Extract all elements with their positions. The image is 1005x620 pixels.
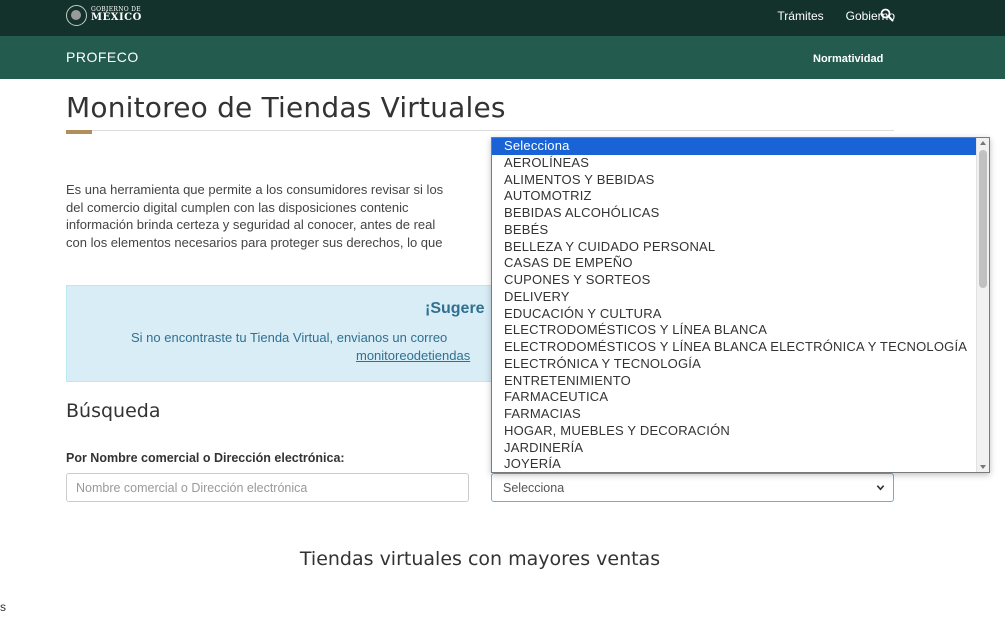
dropdown-option[interactable]: Selecciona bbox=[492, 138, 989, 155]
sub-header: PROFECO Normatividad bbox=[0, 36, 1005, 79]
dropdown-option[interactable]: ELECTRÓNICA Y TECNOLOGÍA bbox=[492, 356, 989, 373]
dropdown-option[interactable]: CASAS DE EMPEÑO bbox=[492, 255, 989, 272]
top-nav: Trámites Gobierno bbox=[777, 9, 895, 23]
dropdown-option[interactable]: JARDINERÍA bbox=[492, 440, 989, 457]
page-title: Monitoreo de Tiendas Virtuales bbox=[66, 91, 506, 124]
search-label: Por Nombre comercial o Dirección electró… bbox=[66, 451, 345, 465]
scroll-thumb[interactable] bbox=[979, 150, 987, 288]
dropdown-option[interactable]: CUPONES Y SORTEOS bbox=[492, 272, 989, 289]
title-accent-bar bbox=[66, 130, 92, 134]
dropdown-options: Selecciona AEROLÍNEAS ALIMENTOS Y BEBIDAS A… bbox=[492, 138, 989, 472]
dropdown-option[interactable]: HOGAR, MUEBLES Y DECORACIÓN bbox=[492, 423, 989, 440]
logo-big-text: MÉXICO bbox=[91, 12, 142, 23]
category-dropdown-list[interactable]: Selecciona AEROLÍNEAS ALIMENTOS Y BEBIDAS A… bbox=[491, 137, 990, 473]
intro-line: con los elementos necesarios para proteg… bbox=[66, 234, 443, 250]
chevron-down-icon bbox=[876, 485, 885, 491]
intro-line: Es una herramienta que permite a los con… bbox=[66, 182, 444, 197]
government-seal-icon bbox=[66, 4, 87, 26]
category-select-value: Selecciona bbox=[503, 480, 565, 495]
search-input[interactable] bbox=[66, 473, 469, 502]
dropdown-option[interactable]: ENTRETENIMIENTO bbox=[492, 373, 989, 390]
government-logo[interactable]: GOBIERNO DE MÉXICO bbox=[66, 3, 142, 27]
normatividad-link[interactable]: Normatividad bbox=[813, 53, 883, 65]
dropdown-option[interactable]: ALIMENTOS Y BEBIDAS bbox=[492, 172, 989, 189]
dropdown-option[interactable]: EDUCACIÓN Y CULTURA bbox=[492, 306, 989, 323]
dropdown-option[interactable]: BEBÉS bbox=[492, 222, 989, 239]
search-heading: Búsqueda bbox=[66, 400, 161, 422]
logo-text: GOBIERNO DE MÉXICO bbox=[91, 7, 142, 23]
dropdown-option[interactable]: AUTOMOTRIZ bbox=[492, 188, 989, 205]
dropdown-option[interactable]: DELIVERY bbox=[492, 289, 989, 306]
title-divider bbox=[66, 130, 894, 131]
intro-line: del comercio digital cumplen con las dis… bbox=[66, 199, 409, 215]
dropdown-option[interactable]: FARMACIAS bbox=[492, 406, 989, 423]
dropdown-option[interactable]: BEBIDAS ALCOHÓLICAS bbox=[492, 205, 989, 222]
suggestion-alert: ¡Sugere Si no encontraste tu Tienda Virt… bbox=[66, 285, 496, 382]
profeco-brand-link[interactable]: PROFECO bbox=[66, 49, 139, 65]
dropdown-option[interactable]: FARMACEUTICA bbox=[492, 389, 989, 406]
top-header: GOBIERNO DE MÉXICO Trámites Gobierno bbox=[0, 0, 1005, 36]
edge-text-fragment: s bbox=[0, 600, 6, 614]
dropdown-option[interactable]: ELECTRODOMÉSTICOS Y LÍNEA BLANCA ELECTRÓ… bbox=[492, 339, 989, 356]
search-icon[interactable] bbox=[880, 8, 894, 22]
dropdown-option[interactable]: BELLEZA Y CUIDADO PERSONAL bbox=[492, 239, 989, 256]
dropdown-option[interactable]: AEROLÍNEAS bbox=[492, 155, 989, 172]
nav-tramites-link[interactable]: Trámites bbox=[777, 9, 823, 23]
scroll-down-arrow-icon[interactable] bbox=[980, 465, 986, 469]
scroll-up-arrow-icon[interactable] bbox=[980, 141, 986, 145]
dropdown-option[interactable]: ELECTRODOMÉSTICOS Y LÍNEA BLANCA bbox=[492, 322, 989, 339]
category-select[interactable]: Selecciona bbox=[491, 473, 894, 502]
intro-line: información brinda certeza y seguridad a… bbox=[66, 217, 436, 232]
suggestion-title: ¡Sugere bbox=[425, 300, 485, 317]
top-stores-heading: Tiendas virtuales con mayores ventas bbox=[299, 548, 661, 570]
suggestion-email-link[interactable]: monitoreodetiendas bbox=[356, 348, 470, 363]
dropdown-option[interactable]: JOYERÍA bbox=[492, 456, 989, 472]
dropdown-scrollbar[interactable] bbox=[976, 138, 989, 472]
intro-paragraph: Es una herramienta que permite a los con… bbox=[66, 181, 496, 251]
suggestion-text: Si no encontraste tu Tienda Virtual, env… bbox=[131, 330, 448, 345]
